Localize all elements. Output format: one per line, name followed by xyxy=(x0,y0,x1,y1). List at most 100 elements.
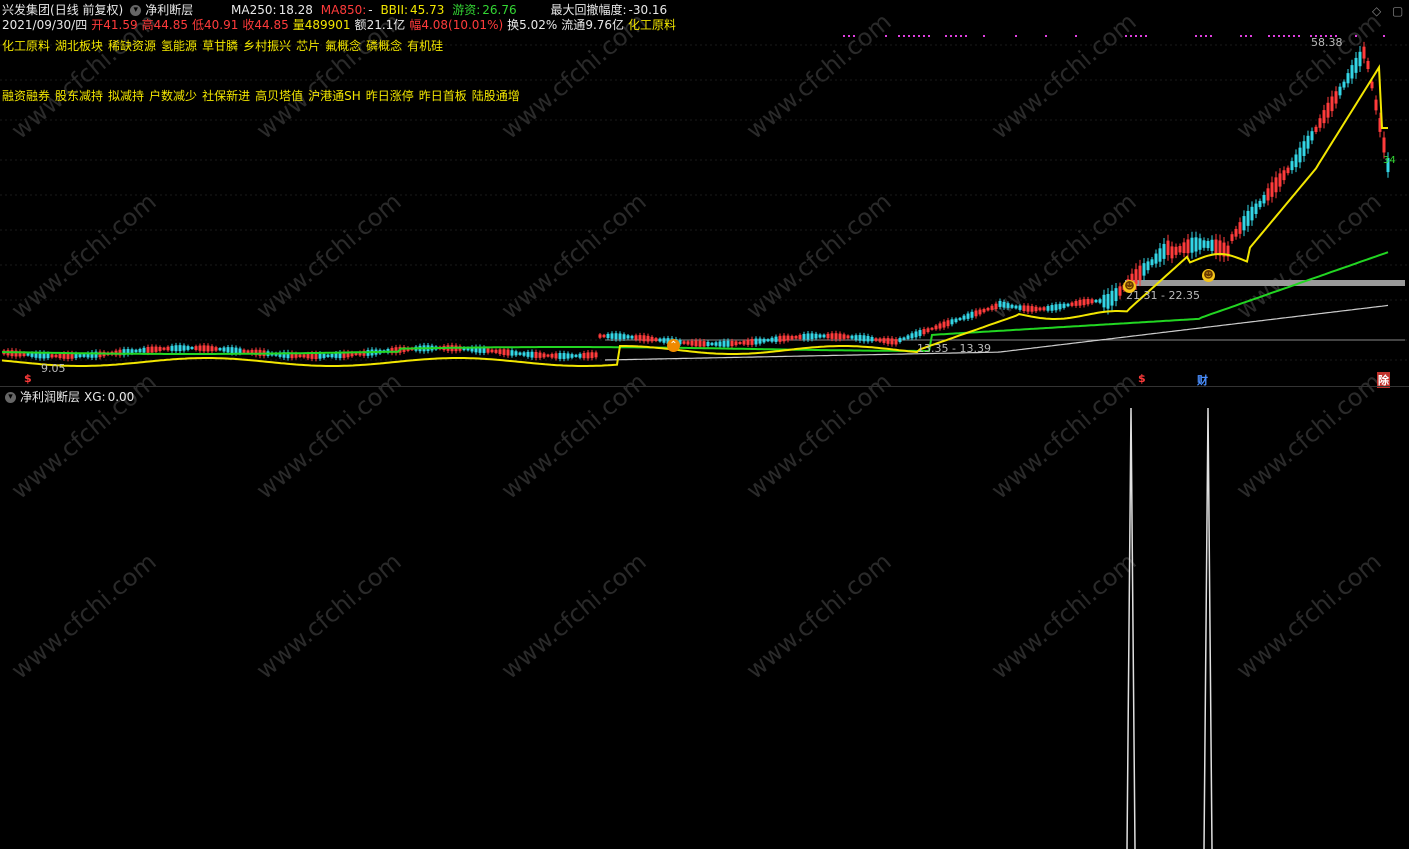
candle-body xyxy=(1282,170,1286,181)
candle-body xyxy=(662,338,666,343)
feature-tag[interactable]: 昨日涨停 xyxy=(366,89,414,103)
feature-tag[interactable]: 融资融券 xyxy=(2,89,50,103)
smile-icon[interactable]: ☻ xyxy=(1202,269,1215,282)
concept-tag[interactable]: 氟概念 xyxy=(325,39,361,53)
candle-body xyxy=(538,352,542,358)
candle-body xyxy=(210,346,214,352)
chevron-down-icon[interactable]: ▾ xyxy=(5,392,16,403)
sub-panel-title[interactable]: 净利润断层 xyxy=(20,390,80,404)
feature-tag[interactable]: 陆股通增 xyxy=(472,89,520,103)
event-marker-s[interactable]: $ xyxy=(1138,372,1146,385)
candle-body xyxy=(1198,238,1202,250)
candle-body xyxy=(1214,239,1218,254)
candle-body xyxy=(822,334,826,338)
candle-body xyxy=(1338,86,1342,96)
stock-name[interactable]: 兴发集团 xyxy=(2,3,50,17)
feature-tag[interactable]: 沪港通SH xyxy=(308,89,361,103)
candle-body xyxy=(1070,302,1074,306)
candle-body xyxy=(522,352,526,356)
panel-divider xyxy=(0,386,1409,387)
watermark-text: www.cfchi.com xyxy=(251,187,407,324)
concept-tag[interactable]: 磷概念 xyxy=(366,39,402,53)
candle-body xyxy=(1318,118,1322,128)
watermark-text: www.cfchi.com xyxy=(741,547,897,684)
candle-body xyxy=(682,341,686,344)
candle-body xyxy=(494,349,498,353)
watermark-text: www.cfchi.com xyxy=(496,187,652,324)
candle-body xyxy=(586,352,590,359)
candle-body xyxy=(178,345,182,352)
candle-body xyxy=(1082,299,1086,306)
candle-body xyxy=(1258,200,1262,208)
signal-spike xyxy=(1203,407,1213,849)
candle-body xyxy=(930,327,934,330)
diamond-icon[interactable]: ◇ xyxy=(1372,4,1381,18)
concept-tag[interactable]: 有机硅 xyxy=(407,39,443,53)
sector-label[interactable]: 化工原料 xyxy=(628,18,676,32)
candle-body xyxy=(626,335,630,339)
candle-body xyxy=(610,333,614,339)
float-value: 9.76亿 xyxy=(585,18,625,32)
candle-body xyxy=(622,334,626,339)
candle-body xyxy=(1042,307,1046,311)
concept-tag[interactable]: 草甘膦 xyxy=(202,39,238,53)
candle-body xyxy=(1274,177,1278,193)
chevron-down-icon[interactable]: ▾ xyxy=(130,5,142,16)
gap-zone-upper xyxy=(1125,280,1405,286)
candle-body xyxy=(1350,65,1354,79)
candle-body xyxy=(1118,286,1122,296)
feature-tag[interactable]: 户数减少 xyxy=(149,89,197,103)
candle-body xyxy=(830,333,834,339)
candle-body xyxy=(1298,147,1302,163)
concept-tag[interactable]: 芯片 xyxy=(296,39,320,53)
bbii-value: 45.73 xyxy=(410,3,445,17)
up-arrow-icon[interactable]: ⌃ xyxy=(667,339,680,352)
candle-body xyxy=(730,340,734,347)
candle-body xyxy=(966,313,970,319)
smile-icon[interactable]: ☻ xyxy=(1123,280,1136,293)
candle-body xyxy=(1178,246,1182,253)
watermark-text: www.cfchi.com xyxy=(496,547,652,684)
indicator-name[interactable]: 净利断层 xyxy=(145,3,193,17)
candle-body xyxy=(1174,246,1178,255)
candle-body xyxy=(1050,305,1054,311)
gap-upper-label: 21.31 - 22.35 xyxy=(1126,289,1200,302)
ma250-label: MA250: xyxy=(231,3,277,17)
concept-tag[interactable]: 乡村振兴 xyxy=(243,39,291,53)
feature-tag[interactable]: 昨日首板 xyxy=(419,89,467,103)
candle-body xyxy=(598,334,602,338)
candle-body xyxy=(646,335,650,342)
feature-tag[interactable]: 高贝塔值 xyxy=(255,89,303,103)
feature-tag[interactable]: 股东减持 xyxy=(55,89,103,103)
window-icon[interactable]: ▢ xyxy=(1392,4,1403,18)
candle-body xyxy=(50,354,54,358)
watermark-text: www.cfchi.com xyxy=(986,367,1142,504)
event-marker-s[interactable]: $ xyxy=(24,372,32,385)
feature-tag[interactable]: 拟减持 xyxy=(108,89,144,103)
candle-body xyxy=(606,333,610,339)
float-label: 流通 xyxy=(561,18,586,32)
watermark-text: www.cfchi.com xyxy=(741,187,897,324)
watermark-text: www.cfchi.com xyxy=(496,367,652,504)
signal-spike xyxy=(1126,407,1136,849)
feature-tag[interactable]: 社保新进 xyxy=(202,89,250,103)
concept-tag[interactable]: 稀缺资源 xyxy=(108,39,156,53)
ma850-label: MA850: xyxy=(320,3,367,17)
candle-body xyxy=(574,354,578,357)
concept-tag[interactable]: 氢能源 xyxy=(161,39,197,53)
candle-body xyxy=(330,353,334,358)
candle-body xyxy=(866,335,870,342)
xg-label: XG: xyxy=(84,390,106,404)
candle-body xyxy=(590,352,594,359)
candle-body xyxy=(714,342,718,346)
kline-chart[interactable]: www.cfchi.com www.cfchi.com www.cfchi.com w… xyxy=(0,0,1409,849)
candle-body xyxy=(1102,294,1106,308)
period-label[interactable]: (日线 前复权) xyxy=(50,3,123,17)
concept-tag[interactable]: 湖北板块 xyxy=(55,39,103,53)
watermark-text: www.cfchi.com xyxy=(1231,187,1387,324)
concept-tag[interactable]: 化工原料 xyxy=(2,39,50,53)
candle-body xyxy=(1314,126,1318,132)
quote-bar: 2021/09/30/四 开41.59 高44.85 低40.91 收44.85 量489… xyxy=(2,17,680,33)
candle-body xyxy=(1278,173,1282,187)
candle-body xyxy=(698,340,702,347)
